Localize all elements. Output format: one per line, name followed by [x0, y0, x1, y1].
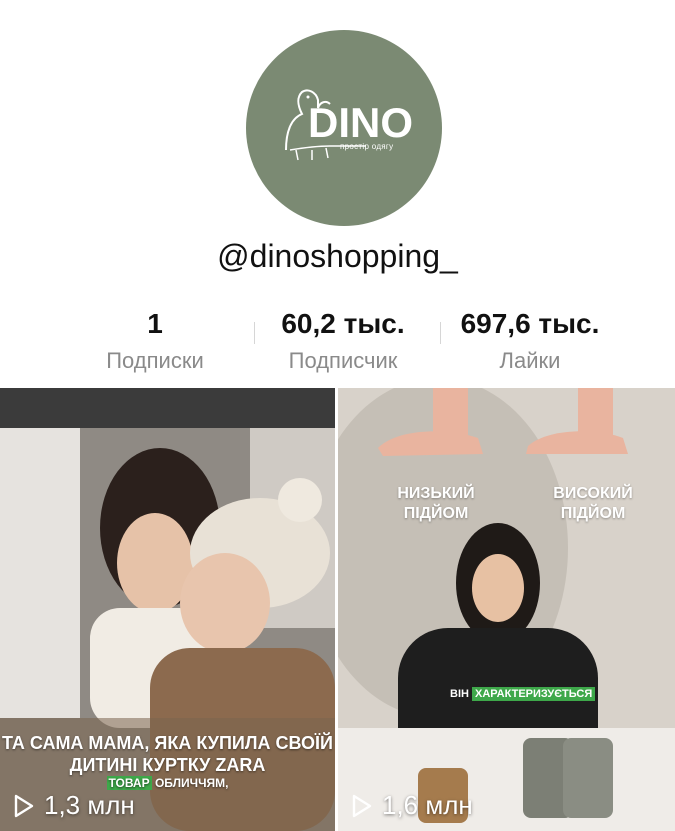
low-instep-label: НИЗЬКИЙ ПІДЙОМ — [397, 485, 475, 522]
video-2-subtitle-highlight: ХАРАКТЕРИЗУЄТЬСЯ — [472, 687, 596, 701]
video-1-subtitle: ТОВАР ОБЛИЧЧЯМ, — [0, 776, 335, 790]
video-thumbnail-2[interactable]: НИЗЬКИЙ ПІДЙОМ ВИСОКИЙ ПІДЙОМ ВІН ХАРАКТ… — [338, 388, 675, 831]
likes-label: Лайки — [499, 348, 561, 373]
video-2-subtitle: ВІН ХАРАКТЕРИЗУЄТЬСЯ — [450, 687, 596, 701]
followers-stat[interactable]: 60,2 тыс. Подписчик — [248, 308, 438, 374]
video-1-subtitle-highlight: ТОВАР — [106, 776, 152, 790]
video-2-subtitle-text: ВІН — [450, 688, 469, 700]
play-icon — [14, 794, 34, 817]
video-1-views: 1,3 млн — [10, 790, 135, 821]
video-1-view-count: 1,3 млн — [44, 790, 135, 820]
play-icon — [352, 794, 372, 817]
followers-label: Подписчик — [288, 348, 398, 373]
video-thumbnail-1[interactable]: ТА САМА МАМА, ЯКА КУПИЛА СВОЇЙ ДИТИНІ КУ… — [0, 388, 335, 831]
profile-stats: 1 Подписки 60,2 тыс. Подписчик 697,6 тыс… — [0, 308, 675, 378]
following-label: Подписки — [106, 348, 204, 373]
video-2-views: 1,6 млн — [348, 790, 473, 821]
following-count: 1 — [147, 308, 163, 339]
profile-avatar[interactable]: DINO простір одягу — [246, 30, 442, 226]
profile-username: @dinoshopping_ — [217, 238, 458, 274]
logo-text: DINO — [308, 99, 413, 146]
video-1-subtitle-text: ОБЛИЧЧЯМ, — [154, 776, 229, 790]
stats-divider — [440, 322, 441, 344]
following-stat[interactable]: 1 Подписки — [60, 308, 250, 374]
stats-divider — [254, 322, 255, 344]
video-2-view-count: 1,6 млн — [382, 790, 473, 820]
video-2-scene — [338, 388, 675, 831]
video-1-caption: ТА САМА МАМА, ЯКА КУПИЛА СВОЇЙ ДИТИНІ КУ… — [2, 733, 333, 775]
likes-count: 697,6 тыс. — [460, 308, 600, 339]
followers-count: 60,2 тыс. — [281, 308, 405, 339]
high-instep-label: ВИСОКИЙ ПІДЙОМ — [553, 485, 633, 522]
logo-subtitle: простір одягу — [340, 142, 394, 151]
likes-stat[interactable]: 697,6 тыс. Лайки — [435, 308, 625, 374]
